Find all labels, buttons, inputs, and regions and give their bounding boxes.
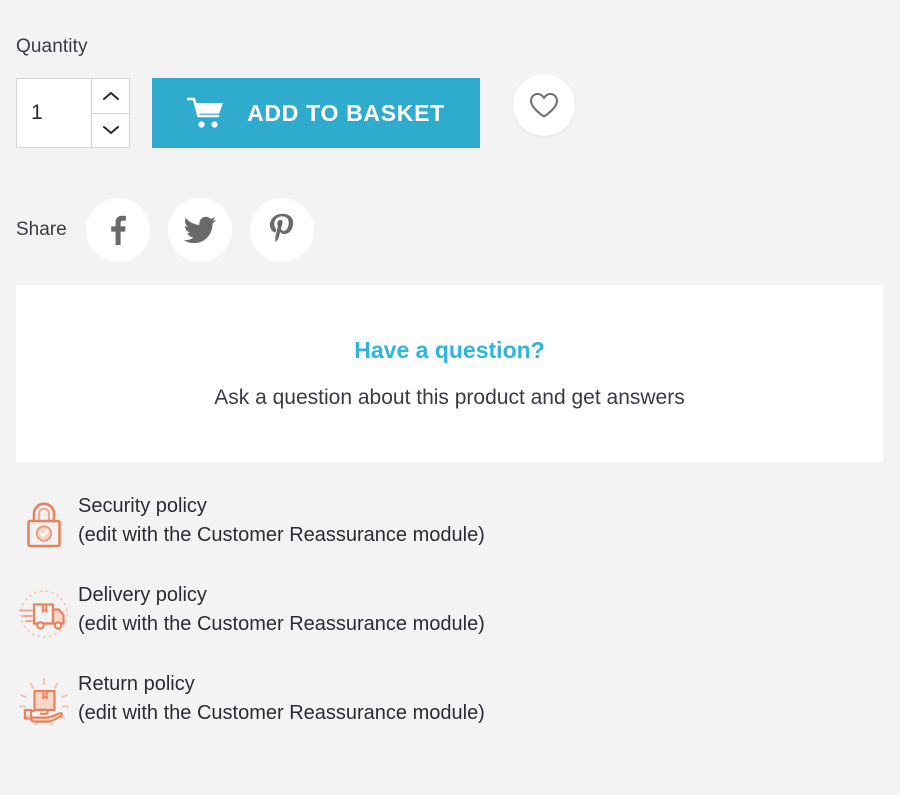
policy-title: Delivery policy [78, 584, 207, 606]
share-pinterest-button[interactable] [249, 198, 314, 262]
quantity-input[interactable] [17, 79, 91, 147]
product-actions-panel: Quantity 1 ADD TO BASKET Share Have a qu… [0, 0, 900, 795]
return-box-hand-icon-wrap [16, 672, 72, 734]
policy-text-security: Security policy (edit with the Customer … [78, 492, 485, 550]
quantity-decrease-button[interactable] [92, 112, 129, 147]
policy-title: Return policy [78, 673, 195, 695]
policy-description: (edit with the Customer Reassurance modu… [78, 613, 485, 635]
policy-row-delivery: Delivery policy (edit with the Customer … [16, 583, 876, 645]
quantity-label: Quantity [16, 36, 88, 57]
chevron-down-icon [102, 126, 119, 135]
policy-row-security: Security policy (edit with the Customer … [16, 494, 876, 556]
padlock-icon [27, 502, 61, 548]
quantity-stepper[interactable] [16, 78, 130, 148]
heart-icon [529, 92, 559, 118]
ask-question-title: Have a question? [354, 337, 545, 363]
share-label: Share [16, 219, 67, 240]
wishlist-button[interactable] [513, 74, 575, 136]
policy-list: Security policy (edit with the Customer … [16, 494, 876, 761]
pinterest-icon [269, 213, 293, 243]
twitter-icon [183, 216, 216, 244]
delivery-truck-icon-wrap [16, 583, 72, 645]
padlock-icon-wrap [16, 494, 72, 556]
shopping-cart-icon [187, 97, 224, 128]
policy-row-return: Return policy (edit with the Customer Re… [16, 672, 876, 734]
delivery-truck-icon [19, 590, 68, 638]
return-box-hand-icon [19, 678, 69, 726]
policy-text-delivery: Delivery policy (edit with the Customer … [78, 581, 485, 639]
share-row: Share [16, 198, 332, 262]
purchase-controls: ADD TO BASKET [16, 74, 575, 148]
policy-text-return: Return policy (edit with the Customer Re… [78, 670, 485, 728]
quantity-arrows [91, 79, 129, 147]
ask-question-subtitle: Ask a question about this product and ge… [214, 386, 685, 409]
policy-description: (edit with the Customer Reassurance modu… [78, 524, 485, 546]
add-to-basket-label: ADD TO BASKET [247, 99, 445, 126]
facebook-icon [110, 215, 126, 245]
chevron-up-icon [102, 91, 119, 100]
share-twitter-button[interactable] [167, 198, 232, 262]
quantity-increase-button[interactable] [92, 79, 129, 113]
ask-question-card[interactable]: Have a question? Ask a question about th… [16, 285, 883, 462]
policy-title: Security policy [78, 495, 207, 517]
add-to-basket-button[interactable]: ADD TO BASKET [152, 78, 480, 148]
share-facebook-button[interactable] [85, 198, 150, 262]
policy-description: (edit with the Customer Reassurance modu… [78, 702, 485, 724]
